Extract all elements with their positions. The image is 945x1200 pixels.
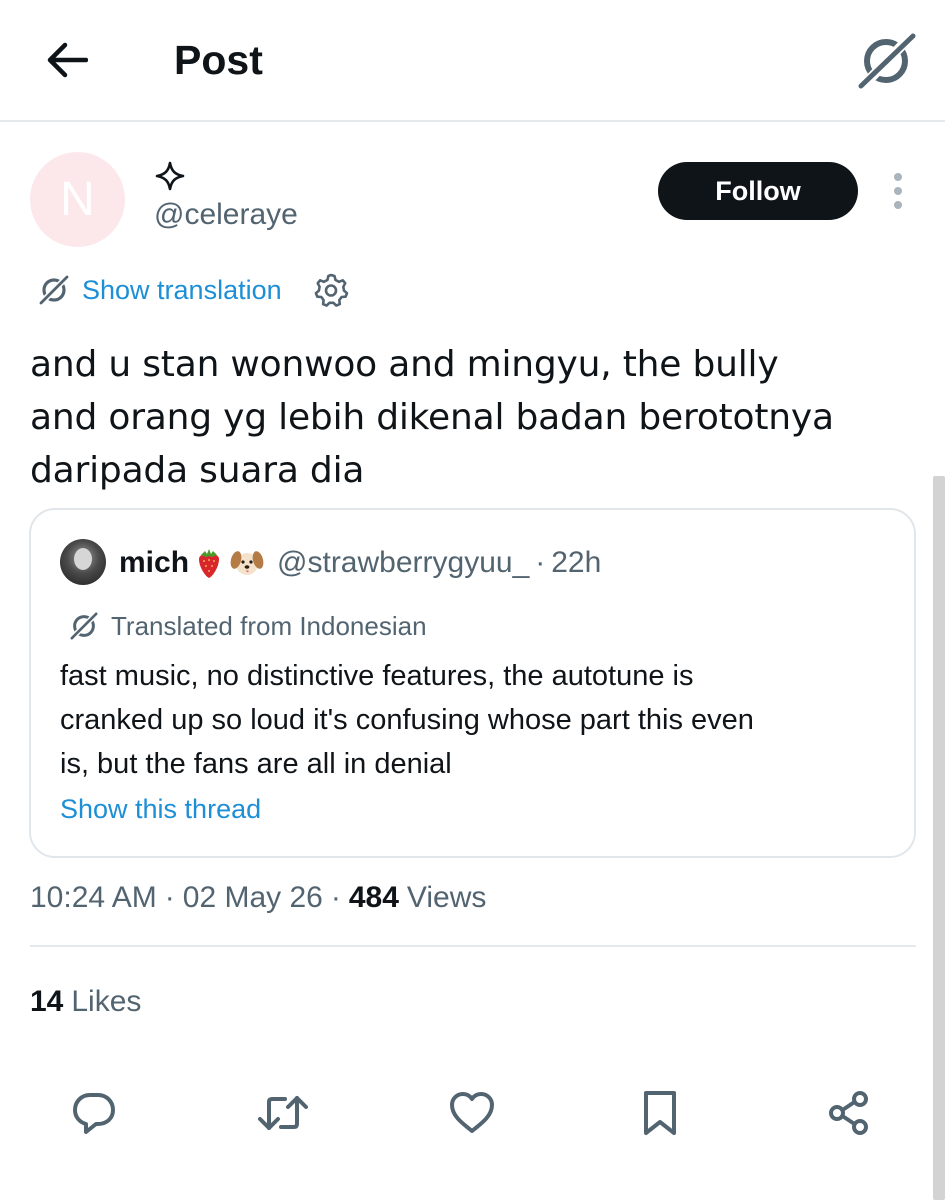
likes-count: 14 <box>30 985 64 1018</box>
grok-translate-icon <box>69 611 99 641</box>
post-text-line: and orang yg lebih dikenal badan berotot… <box>30 397 834 438</box>
like-button[interactable] <box>441 1082 503 1144</box>
more-dot-icon <box>894 201 902 209</box>
translation-row: Show translation <box>38 268 350 312</box>
author-handle[interactable]: @celeraye <box>154 198 298 232</box>
post-date: 02 May 26 <box>182 881 323 914</box>
likes-summary[interactable]: 14 Likes <box>30 980 141 1024</box>
translated-notice: Translated from Indonesian <box>69 608 427 644</box>
quoted-name: mich <box>119 546 190 579</box>
bookmark-button[interactable] <box>629 1082 691 1144</box>
quoted-text-line: cranked up so loud it's confusing whose … <box>60 704 754 736</box>
arrow-left-icon <box>47 42 88 78</box>
strawberry-emoji <box>199 549 220 578</box>
avatar-letter: N <box>60 173 95 226</box>
share-button[interactable] <box>818 1082 880 1144</box>
post-text-line: daripada suara dia <box>30 450 365 491</box>
bookmark-icon <box>644 1091 676 1135</box>
back-button[interactable] <box>42 36 92 84</box>
page-title: Post <box>174 37 263 83</box>
quoted-avatar[interactable] <box>60 539 106 585</box>
action-bar <box>0 1082 945 1144</box>
top-bar: Post <box>0 0 945 122</box>
reply-icon <box>73 1093 115 1134</box>
post-time: 10:24 AM <box>30 881 157 914</box>
gear-icon[interactable] <box>312 271 350 309</box>
views-count: 484 <box>348 881 399 914</box>
more-dot-icon <box>894 173 902 181</box>
quoted-post[interactable]: mich @strawberrygyuu_ · 22h Translated f… <box>29 508 916 858</box>
reply-button[interactable] <box>63 1082 125 1144</box>
separator-dot: · <box>535 546 546 579</box>
divider <box>30 945 916 947</box>
post-meta: 10:24 AM · 02 May 26 · 484 Views <box>30 876 486 920</box>
quoted-header: mich @strawberrygyuu_ · 22h <box>119 540 601 586</box>
quoted-timestamp: 22h <box>551 546 602 579</box>
separator-dot: · <box>164 881 175 914</box>
grok-translate-icon <box>38 274 70 306</box>
dog-face-emoji <box>230 551 264 575</box>
more-options-button[interactable] <box>880 168 916 214</box>
post-text-line: and u stan wonwoo and mingyu, the bully <box>30 344 779 385</box>
views-label: Views <box>406 881 487 914</box>
post-text: and u stan wonwoo and mingyu, the bully … <box>30 338 910 497</box>
sparkle-icon <box>155 161 185 191</box>
retweet-button[interactable] <box>252 1082 314 1144</box>
show-translation-link[interactable]: Show translation <box>38 274 282 306</box>
retweet-icon <box>258 1096 308 1130</box>
quoted-text-line: fast music, no distinctive features, the… <box>60 660 694 692</box>
more-dot-icon <box>894 187 902 195</box>
grok-logo-icon[interactable] <box>855 30 917 92</box>
likes-label: Likes <box>71 985 142 1018</box>
avatar[interactable]: N <box>30 152 125 247</box>
show-thread-link[interactable]: Show this thread <box>60 794 261 825</box>
heart-icon <box>450 1092 494 1133</box>
follow-button[interactable]: Follow <box>658 162 858 220</box>
translated-label: Translated from Indonesian <box>111 610 427 641</box>
separator-dot: · <box>330 881 341 914</box>
share-icon <box>829 1091 868 1135</box>
quoted-handle: @strawberrygyuu_ <box>277 546 530 579</box>
quoted-text-line: is, but the fans are all in denial <box>60 748 452 780</box>
show-translation-label: Show translation <box>82 274 282 305</box>
scrollbar[interactable] <box>933 476 945 1200</box>
quoted-text: fast music, no distinctive features, the… <box>60 654 890 786</box>
